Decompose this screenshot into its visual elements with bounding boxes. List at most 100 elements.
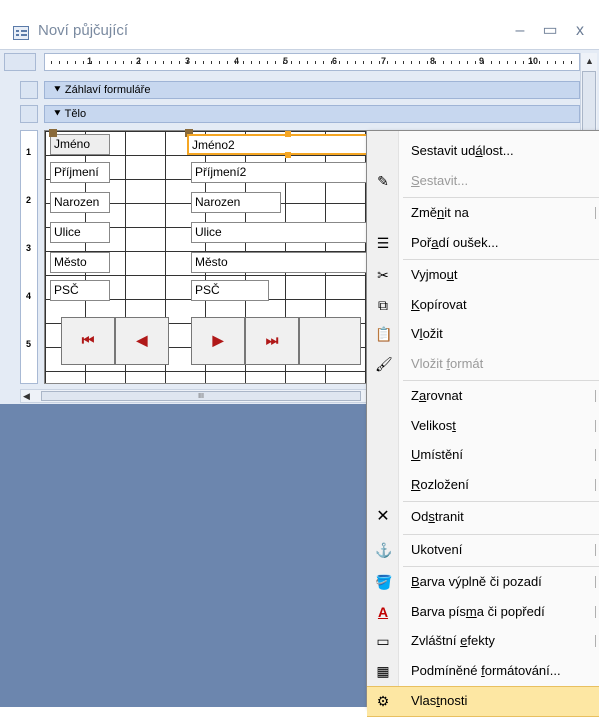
ruler-number: 2: [136, 56, 142, 66]
textbox-mesto[interactable]: Město: [191, 252, 371, 273]
submenu-arrow-icon: [595, 635, 599, 647]
menu-item-label: Vložit formát: [411, 355, 484, 371]
menu-item-zvláštní-efekty[interactable]: ▭ Zvláštní efekty: [367, 627, 599, 656]
textbox-prijmeni2[interactable]: Příjmení2: [191, 162, 371, 183]
menu-item-sestavit[interactable]: ✎ Sestavit...: [367, 167, 599, 196]
ruler-number: 10: [528, 56, 539, 66]
section-arrow-icon: ⯆: [53, 84, 65, 96]
menu-item-vložit-formát[interactable]: 🖌 Vložit formát: [367, 350, 599, 379]
ruler-tick: [363, 61, 364, 64]
menu-item-sestavit-událost[interactable]: Sestavit událost...: [367, 137, 599, 166]
menu-item-rozložení[interactable]: Rozložení: [367, 471, 599, 500]
form-selector[interactable]: [4, 53, 36, 71]
blank-button[interactable]: [299, 317, 361, 365]
vertical-ruler[interactable]: 1 2 3 4 5: [20, 130, 38, 384]
scroll-left-icon[interactable]: ◀: [23, 390, 30, 402]
label-psc[interactable]: PSČ: [50, 280, 110, 301]
ruler-tick: [435, 61, 436, 64]
menu-item-ukotvení[interactable]: ⚓ Ukotvení: [367, 536, 599, 565]
menu-item-změnit-na[interactable]: Změnit na: [367, 199, 599, 228]
menu-separator: [403, 566, 599, 567]
ruler-tick: [211, 61, 212, 64]
menu-item-zarovnat[interactable]: Zarovnat: [367, 382, 599, 411]
menu-item-label: Sestavit událost...: [411, 143, 514, 158]
header-section-selector[interactable]: [20, 81, 38, 99]
menu-item-vlastnosti[interactable]: ⚙ Vlastnosti: [367, 686, 599, 717]
resize-handle[interactable]: [285, 131, 291, 137]
horizontal-scrollbar[interactable]: ◀ III: [20, 389, 370, 403]
scroll-thumb[interactable]: III: [41, 391, 361, 401]
menu-item-vložit[interactable]: 📋 Vložit: [367, 320, 599, 349]
menu-separator: [403, 380, 599, 381]
ruler-tick: [571, 61, 572, 64]
menu-item-label: Vyjmout: [411, 267, 458, 282]
maximize-button[interactable]: ▭: [535, 20, 565, 42]
ruler-number: 6: [332, 56, 338, 66]
first-record-button[interactable]: ⏮: [61, 317, 115, 365]
textbox-ulice[interactable]: Ulice: [191, 222, 371, 243]
ruler-number: 3: [26, 243, 32, 253]
ruler-tick: [419, 61, 420, 64]
ruler-tick: [539, 61, 540, 64]
menu-icon-10: [375, 447, 391, 463]
section-arrow-icon: ⯆: [53, 108, 65, 120]
menu-item-barva-výplně-či-pozadí[interactable]: 🪣 Barva výplně či pozadí: [367, 568, 599, 597]
next-record-button[interactable]: ▶: [191, 317, 245, 365]
ruler-number: 8: [430, 56, 436, 66]
previous-record-button[interactable]: ◀: [115, 317, 169, 365]
minimize-button[interactable]: –: [505, 20, 535, 42]
form-window-icon: [13, 26, 29, 40]
ruler-tick: [395, 61, 396, 64]
label-mesto[interactable]: Město: [50, 252, 110, 273]
menu-item-umístění[interactable]: Umístění: [367, 441, 599, 470]
ruler-tick: [83, 61, 84, 64]
horizontal-ruler[interactable]: 1 2 3 4 5 6 7 8 9 10: [44, 53, 580, 71]
ruler-tick: [59, 61, 60, 64]
menu-item-velikost[interactable]: Velikost: [367, 412, 599, 441]
submenu-arrow-icon: [595, 207, 599, 219]
section-bar-body[interactable]: ⯆ Tělo: [44, 105, 580, 123]
ruler-tick: [563, 61, 564, 64]
label-ulice[interactable]: Ulice: [50, 222, 110, 243]
menu-item-barva-písma-či-popředí[interactable]: A Barva písma či popředí: [367, 598, 599, 627]
submenu-arrow-icon: [595, 449, 599, 461]
label-narozen[interactable]: Narozen: [50, 192, 110, 213]
menu-item-podmíněné-formátování[interactable]: ▦ Podmíněné formátování...: [367, 657, 599, 686]
context-menu: Sestavit událost... ✎ Sestavit... Změnit na…: [366, 130, 599, 717]
menu-separator: [403, 259, 599, 260]
section-bar-header[interactable]: ⯆ Záhlaví formuláře: [44, 81, 580, 99]
textbox-narozen[interactable]: Narozen: [191, 192, 281, 213]
ruler-tick: [267, 61, 268, 64]
menu-icon-5: ⧉: [378, 296, 388, 313]
ruler-tick: [99, 61, 100, 64]
label-prijmeni[interactable]: Příjmení: [50, 162, 110, 183]
menu-icon-14: 🪣: [375, 574, 393, 590]
menu-icon-8: [375, 388, 391, 404]
menu-item-label: Kopírovat: [411, 296, 467, 312]
ruler-tick: [371, 61, 372, 64]
ruler-number: 5: [26, 339, 32, 349]
close-button[interactable]: x: [565, 20, 595, 42]
ruler-tick: [147, 61, 148, 64]
window-title: Noví půjčující: [38, 22, 129, 39]
menu-item-label: Barva písma či popředí: [411, 603, 545, 619]
resize-handle[interactable]: [285, 152, 291, 158]
label-jmeno[interactable]: Jméno: [50, 134, 110, 155]
menu-item-pořadí-oušek[interactable]: ☰ Pořadí oušek...: [367, 229, 599, 258]
ruler-tick: [355, 61, 356, 64]
ruler-number: 7: [381, 56, 387, 66]
ruler-tick: [411, 61, 412, 64]
move-handle[interactable]: [49, 129, 57, 137]
menu-item-kopírovat[interactable]: ⧉ Kopírovat: [367, 291, 599, 320]
last-record-button[interactable]: ⏭: [245, 317, 299, 365]
scroll-up-icon[interactable]: ▲: [581, 53, 598, 70]
menu-item-vyjmout[interactable]: ✂ Vyjmout: [367, 261, 599, 290]
menu-separator: [403, 501, 599, 502]
ruler-tick: [475, 61, 476, 64]
body-section-selector[interactable]: [20, 105, 38, 123]
textbox-psc[interactable]: PSČ: [191, 280, 269, 301]
ruler-tick: [379, 61, 380, 64]
menu-icon-12: ✕: [376, 508, 390, 525]
menu-item-odstranit[interactable]: ✕ Odstranit: [367, 503, 599, 532]
menu-separator: [403, 533, 599, 535]
